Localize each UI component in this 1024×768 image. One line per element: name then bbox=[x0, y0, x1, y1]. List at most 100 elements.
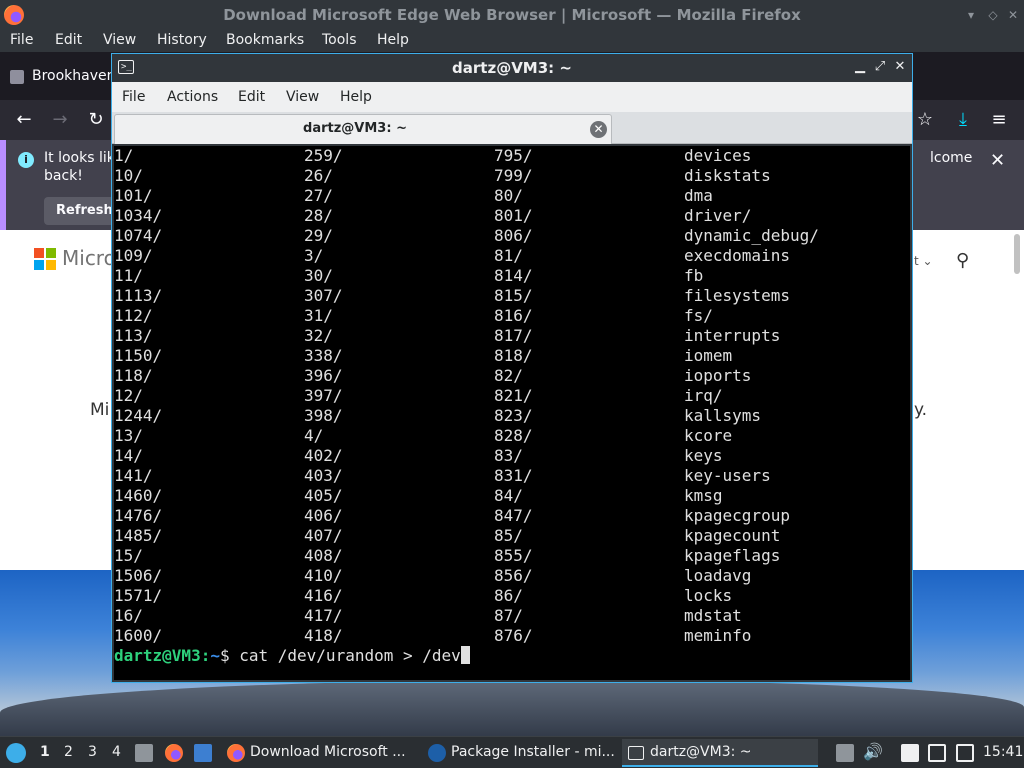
clipboard-icon[interactable] bbox=[836, 744, 854, 762]
terminal-entry: 1571/ bbox=[114, 586, 163, 605]
terminal-entry: 876/ bbox=[494, 626, 533, 645]
terminal-menu-view[interactable]: View bbox=[286, 89, 319, 105]
display-icon[interactable] bbox=[928, 744, 946, 762]
terminal-entry: driver/ bbox=[684, 206, 752, 225]
terminal-entry: 418/ bbox=[304, 626, 343, 645]
terminal-entry: fb bbox=[684, 266, 704, 285]
terminal-menu-help[interactable]: Help bbox=[340, 89, 372, 105]
menu-view[interactable]: View bbox=[103, 32, 136, 48]
page-body-text-right: y. bbox=[914, 400, 928, 420]
terminal-entry: 416/ bbox=[304, 586, 343, 605]
terminal-entry: 405/ bbox=[304, 486, 343, 505]
terminal-output-row: 1/259/795/devices bbox=[114, 146, 910, 166]
terminal-output-row: 1485/407/85/kpagecount bbox=[114, 526, 910, 546]
close-icon[interactable]: ✕ bbox=[892, 59, 908, 74]
task-package-installer[interactable]: Package Installer - mi... bbox=[445, 739, 615, 767]
terminal-entry: 1485/ bbox=[114, 526, 163, 545]
terminal-entry: dma bbox=[684, 186, 713, 205]
tab-close-icon[interactable]: ✕ bbox=[590, 121, 607, 138]
task-terminal[interactable]: dartz@VM3: ~ bbox=[622, 739, 818, 767]
terminal-output-row: 14/402/83/keys bbox=[114, 446, 910, 466]
terminal-entry: 795/ bbox=[494, 146, 533, 165]
menu-file[interactable]: File bbox=[10, 32, 33, 48]
search-icon[interactable]: ⚲ bbox=[956, 250, 969, 271]
app-launcher-icon[interactable] bbox=[6, 743, 26, 763]
terminal-menu-actions[interactable]: Actions bbox=[167, 89, 218, 105]
terminal-entry: 16/ bbox=[114, 606, 143, 625]
menu-bookmarks[interactable]: Bookmarks bbox=[226, 32, 304, 48]
chevron-down-icon[interactable]: t ⌄ bbox=[914, 254, 933, 268]
command-text: cat /dev/urandom > /dev bbox=[239, 646, 461, 665]
desktop-3[interactable]: 3 bbox=[88, 744, 97, 760]
terminal-prompt-line[interactable]: dartz@VM3:~$ cat /dev/urandom > /dev bbox=[114, 646, 470, 665]
menu-edit[interactable]: Edit bbox=[55, 32, 82, 48]
task-firefox[interactable]: Download Microsoft ... bbox=[244, 739, 414, 767]
minimize-icon[interactable]: ▁ bbox=[852, 59, 868, 74]
terminal-entry: 30/ bbox=[304, 266, 333, 285]
close-icon[interactable]: ✕ bbox=[1005, 7, 1021, 23]
terminal-entry: irq/ bbox=[684, 386, 723, 405]
terminal-menu-edit[interactable]: Edit bbox=[238, 89, 265, 105]
reload-icon[interactable]: ↻ bbox=[84, 108, 108, 132]
page-scrollbar[interactable] bbox=[1014, 234, 1020, 274]
volume-icon[interactable]: 🔊 bbox=[863, 742, 883, 761]
terminal-output-row: 113/32/817/interrupts bbox=[114, 326, 910, 346]
menu-history[interactable]: History bbox=[157, 32, 207, 48]
terminal-output-row: 15/408/855/kpageflags bbox=[114, 546, 910, 566]
terminal-task-icon bbox=[628, 746, 644, 760]
terminal-entry: 113/ bbox=[114, 326, 153, 345]
terminal-output-row: 1460/405/84/kmsg bbox=[114, 486, 910, 506]
terminal-entry: 814/ bbox=[494, 266, 533, 285]
notice-text-line1: It looks lik bbox=[44, 150, 115, 166]
firefox-launcher-icon[interactable] bbox=[165, 744, 183, 762]
maximize-icon[interactable]: ⤢ bbox=[872, 59, 888, 74]
prompt-symbol: $ bbox=[219, 646, 240, 665]
hamburger-menu-icon[interactable]: ≡ bbox=[987, 108, 1011, 132]
terminal-entry: 15/ bbox=[114, 546, 143, 565]
file-manager-icon[interactable] bbox=[135, 744, 153, 762]
menu-help[interactable]: Help bbox=[377, 32, 409, 48]
terminal-entry: 3/ bbox=[304, 246, 324, 265]
terminal-entry: meminfo bbox=[684, 626, 752, 645]
terminal-output-row: 1600/418/876/meminfo bbox=[114, 626, 910, 646]
forward-icon[interactable]: → bbox=[48, 108, 72, 132]
firefox-task-icon bbox=[227, 744, 245, 762]
terminal-entry: 408/ bbox=[304, 546, 343, 565]
menu-tools[interactable]: Tools bbox=[322, 32, 357, 48]
minimize-icon[interactable]: ▾ bbox=[963, 7, 979, 23]
downloads-icon[interactable]: ⤓ bbox=[951, 108, 975, 132]
browser-tab[interactable]: Brookhaven bbox=[32, 68, 116, 84]
terminal-output[interactable]: 1600/418/876/meminfo 16/417/87/mdstat 1571… bbox=[114, 146, 910, 680]
terminal-tab-title: dartz@VM3: ~ bbox=[303, 121, 407, 136]
maximize-icon[interactable]: ◇ bbox=[985, 7, 1001, 23]
terminal-output-row: 16/417/87/mdstat bbox=[114, 606, 910, 626]
notice-close-icon[interactable]: ✕ bbox=[990, 150, 1005, 171]
terminal-entry: 81/ bbox=[494, 246, 523, 265]
clock[interactable]: 15:41 bbox=[983, 744, 1023, 760]
firefox-titlebar: Download Microsoft Edge Web Browser | Mi… bbox=[0, 0, 1024, 30]
terminal-output-row: 10/26/799/diskstats bbox=[114, 166, 910, 186]
back-icon[interactable]: ← bbox=[12, 108, 36, 132]
prompt-path: ~ bbox=[210, 646, 220, 665]
terminal-window: >_ dartz@VM3: ~ ▁ ⤢ ✕ File Actions Edit … bbox=[111, 53, 913, 683]
show-desktop-icon[interactable] bbox=[194, 744, 212, 762]
terminal-entry: dynamic_debug/ bbox=[684, 226, 819, 245]
bookmark-star-icon[interactable]: ☆ bbox=[913, 108, 937, 132]
terminal-entry: keys bbox=[684, 446, 723, 465]
notice-text-line2: back! bbox=[44, 168, 83, 184]
network-icon[interactable] bbox=[956, 744, 974, 762]
terminal-entry: 29/ bbox=[304, 226, 333, 245]
terminal-menu-file[interactable]: File bbox=[122, 89, 145, 105]
terminal-tab[interactable]: dartz@VM3: ~ ✕ bbox=[114, 114, 612, 144]
terminal-entry: 410/ bbox=[304, 566, 343, 585]
terminal-entry: 1600/ bbox=[114, 626, 163, 645]
firefox-window-title: Download Microsoft Edge Web Browser | Mi… bbox=[223, 6, 801, 24]
desktop-1[interactable]: 1 bbox=[40, 744, 50, 760]
notes-icon[interactable] bbox=[901, 744, 919, 762]
terminal-entry: 815/ bbox=[494, 286, 533, 305]
desktop-4[interactable]: 4 bbox=[112, 744, 121, 760]
desktop-2[interactable]: 2 bbox=[64, 744, 73, 760]
terminal-entry: kpageflags bbox=[684, 546, 781, 565]
terminal-entry: 1113/ bbox=[114, 286, 163, 305]
terminal-output-row: 112/31/816/fs/ bbox=[114, 306, 910, 326]
